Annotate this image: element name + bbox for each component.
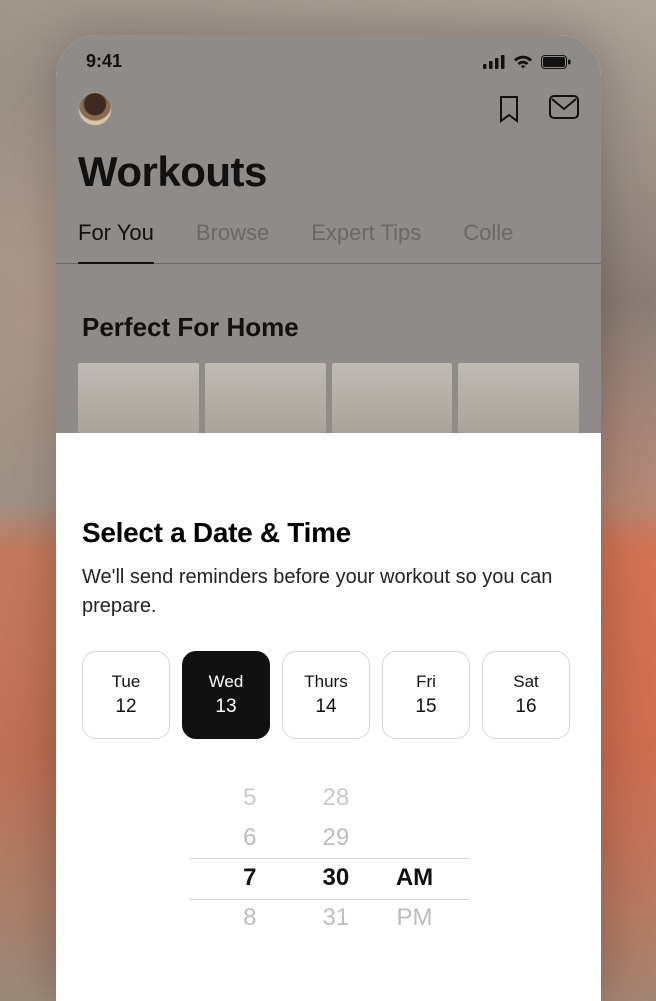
date-pill-wed[interactable]: Wed 13 (182, 651, 270, 739)
picker-minute-selected: 30 (322, 863, 349, 893)
tab-browse[interactable]: Browse (196, 220, 269, 263)
datetime-sheet: Select a Date & Time We'll send reminder… (56, 481, 601, 1001)
date-pill-fri[interactable]: Fri 15 (382, 651, 470, 739)
status-time: 9:41 (86, 51, 122, 72)
day-num: 14 (315, 696, 336, 718)
day-num: 16 (515, 696, 536, 718)
dimmed-background: 9:41 (56, 35, 601, 433)
sheet-description: We'll send reminders before your workout… (82, 563, 575, 621)
picker-minute: 28 (322, 783, 349, 813)
date-pill-tue[interactable]: Tue 12 (82, 651, 170, 739)
workout-thumb[interactable] (205, 363, 326, 433)
workout-card-strip[interactable] (78, 363, 579, 433)
date-row: Tue 12 Wed 13 Thurs 14 Fri 15 Sat 16 (82, 651, 575, 739)
section-title: Perfect For Home (56, 264, 601, 363)
picker-ampm: PM (396, 903, 432, 933)
day-num: 15 (415, 696, 436, 718)
bookmark-icon[interactable] (497, 95, 521, 123)
picker-hour: 5 (243, 783, 256, 813)
wifi-icon (513, 55, 533, 69)
day-name: Wed (209, 672, 244, 692)
picker-spacer (411, 783, 418, 813)
mail-icon[interactable] (549, 95, 579, 123)
picker-spacer (411, 823, 418, 853)
workout-thumb[interactable] (458, 363, 579, 433)
status-bar: 9:41 (56, 35, 601, 80)
day-name: Sat (513, 672, 539, 692)
day-name: Fri (416, 672, 436, 692)
day-name: Thurs (304, 672, 347, 692)
sheet-title: Select a Date & Time (82, 517, 575, 549)
phone-frame: 9:41 (56, 35, 601, 1001)
hour-column[interactable]: 5 6 7 8 (224, 783, 276, 933)
tab-expert-tips[interactable]: Expert Tips (311, 220, 421, 263)
picker-hour: 6 (243, 823, 256, 853)
date-pill-sat[interactable]: Sat 16 (482, 651, 570, 739)
picker-minute: 31 (322, 903, 349, 933)
header-row (56, 80, 601, 134)
tabs: For You Browse Expert Tips Colle (56, 220, 601, 264)
picker-hour-selected: 7 (243, 863, 256, 893)
minute-column[interactable]: 28 29 30 31 (310, 783, 362, 933)
cellular-signal-icon (483, 55, 505, 69)
time-picker[interactable]: 5 6 7 8 28 29 30 31 AM PM (82, 783, 575, 933)
tab-for-you[interactable]: For You (78, 220, 154, 264)
picker-ampm-selected: AM (396, 863, 433, 893)
avatar[interactable] (78, 92, 112, 126)
workout-thumb[interactable] (78, 363, 199, 433)
ampm-column[interactable]: AM PM (396, 783, 433, 933)
date-pill-thurs[interactable]: Thurs 14 (282, 651, 370, 739)
battery-icon (541, 55, 571, 69)
page-title: Workouts (56, 134, 601, 220)
day-num: 12 (115, 696, 136, 718)
picker-minute: 29 (322, 823, 349, 853)
tab-collections[interactable]: Colle (463, 220, 513, 263)
workout-thumb[interactable] (332, 363, 453, 433)
day-name: Tue (112, 672, 141, 692)
picker-hour: 8 (243, 903, 256, 933)
day-num: 13 (215, 696, 236, 718)
